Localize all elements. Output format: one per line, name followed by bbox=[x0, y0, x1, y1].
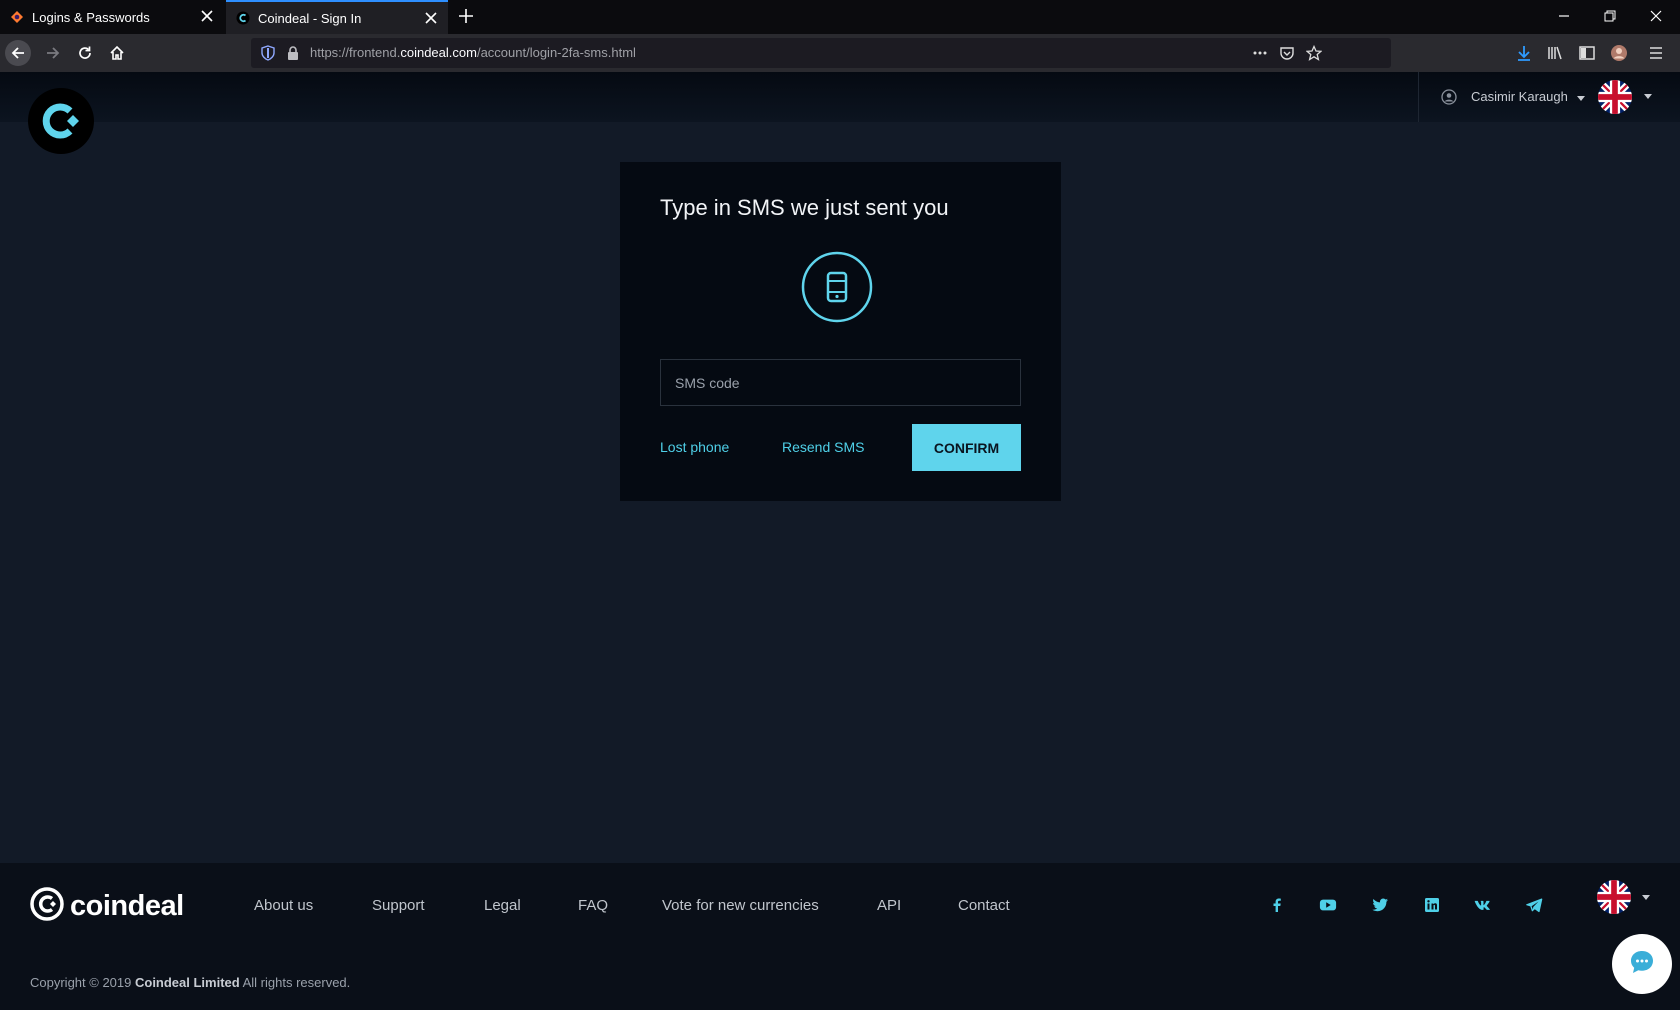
pocket-icon[interactable] bbox=[1279, 45, 1295, 61]
footer-link-legal[interactable]: Legal bbox=[484, 897, 521, 914]
tracking-shield-icon[interactable] bbox=[260, 45, 276, 61]
tab-coindeal-sign-in[interactable]: Coindeal - Sign In bbox=[226, 0, 448, 34]
footer-link-faq[interactable]: FAQ bbox=[578, 897, 608, 914]
browser-nav-bar: https://frontend.coindeal.com/account/lo… bbox=[0, 34, 1680, 72]
footer-link-about-us[interactable]: About us bbox=[254, 897, 313, 914]
footer-language-chevron-down-icon[interactable] bbox=[1642, 895, 1650, 900]
vk-icon[interactable] bbox=[1474, 896, 1492, 914]
sms-verification-card: Type in SMS we just sent you Lost phone … bbox=[620, 162, 1061, 501]
footer-link-contact[interactable]: Contact bbox=[958, 897, 1010, 914]
coindeal-logo-icon bbox=[30, 887, 64, 926]
url-bar[interactable]: https://frontend.coindeal.com/account/lo… bbox=[251, 38, 1391, 68]
browser-tab-bar: Logins & Passwords Coindeal - Sign In bbox=[0, 0, 1680, 34]
user-circle-icon bbox=[1441, 89, 1457, 105]
language-chevron-down-icon[interactable] bbox=[1644, 94, 1652, 99]
footer-link-api[interactable]: API bbox=[877, 897, 901, 914]
footer-logo[interactable]: coindeal bbox=[30, 887, 184, 926]
sms-code-input[interactable] bbox=[660, 359, 1021, 406]
copyright-prefix: Copyright © 2019 bbox=[30, 975, 132, 990]
more-actions-icon[interactable] bbox=[1252, 45, 1268, 61]
home-icon[interactable] bbox=[104, 40, 130, 66]
user-name: Casimir Karaugh bbox=[1471, 89, 1568, 104]
footer-link-support[interactable]: Support bbox=[372, 897, 425, 914]
account-avatar-icon[interactable] bbox=[1610, 44, 1628, 62]
copyright-company: Coindeal Limited bbox=[134, 975, 240, 990]
lost-phone-link[interactable]: Lost phone bbox=[660, 439, 729, 455]
library-icon[interactable] bbox=[1546, 44, 1564, 62]
url-host: coindeal.com bbox=[400, 45, 477, 60]
facebook-icon[interactable] bbox=[1268, 896, 1286, 914]
tab-label: Coindeal - Sign In bbox=[258, 10, 362, 26]
url-text[interactable]: https://frontend.coindeal.com/account/lo… bbox=[310, 45, 636, 60]
youtube-icon[interactable] bbox=[1319, 896, 1337, 914]
chat-bubble-icon bbox=[1628, 948, 1656, 981]
forward-arrow-icon[interactable] bbox=[40, 40, 66, 66]
coindeal-favicon-icon bbox=[236, 11, 250, 25]
twitter-icon[interactable] bbox=[1371, 896, 1389, 914]
back-arrow-icon[interactable] bbox=[5, 40, 31, 66]
resend-sms-link[interactable]: Resend SMS bbox=[782, 439, 864, 455]
card-title: Type in SMS we just sent you bbox=[660, 195, 949, 220]
tab-label: Logins & Passwords bbox=[32, 9, 150, 25]
chevron-down-icon bbox=[1577, 96, 1585, 101]
sidebar-icon[interactable] bbox=[1578, 44, 1596, 62]
url-path: /account/login-2fa-sms.html bbox=[476, 45, 636, 60]
lock-icon[interactable] bbox=[285, 45, 301, 61]
footer-brand-name: coindeal bbox=[70, 890, 184, 922]
reload-icon[interactable] bbox=[72, 40, 98, 66]
close-tab-icon[interactable] bbox=[424, 11, 438, 25]
chat-widget-button[interactable] bbox=[1612, 934, 1672, 994]
url-prefix: https://frontend. bbox=[310, 45, 401, 60]
footer-link-vote-currencies[interactable]: Vote for new currencies bbox=[662, 897, 819, 914]
user-menu[interactable]: Casimir Karaugh bbox=[1418, 72, 1680, 122]
minimize-icon[interactable] bbox=[1556, 8, 1572, 24]
copyright-suffix: All rights reserved. bbox=[242, 975, 351, 990]
close-window-icon[interactable] bbox=[1648, 8, 1664, 24]
bookmark-star-icon[interactable] bbox=[1305, 44, 1323, 61]
download-icon[interactable] bbox=[1515, 44, 1533, 62]
tab-logins-passwords[interactable]: Logins & Passwords bbox=[0, 0, 224, 34]
new-tab-icon[interactable] bbox=[456, 6, 476, 26]
telegram-icon[interactable] bbox=[1525, 896, 1543, 914]
linkedin-icon[interactable] bbox=[1423, 896, 1441, 914]
site-footer: coindeal About us Support Legal FAQ Vote… bbox=[0, 863, 1680, 1010]
restore-icon[interactable] bbox=[1602, 8, 1618, 24]
close-tab-icon[interactable] bbox=[200, 9, 214, 23]
confirm-button[interactable]: CONFIRM bbox=[912, 424, 1021, 471]
lockwise-icon bbox=[10, 10, 24, 24]
footer-uk-flag-icon[interactable] bbox=[1597, 880, 1631, 914]
coindeal-logo-icon[interactable] bbox=[28, 88, 94, 154]
phone-icon bbox=[801, 251, 873, 323]
uk-flag-icon[interactable] bbox=[1598, 80, 1632, 114]
menu-hamburger-icon[interactable] bbox=[1647, 44, 1665, 62]
copyright-text: Copyright © 2019 Coindeal Limited All ri… bbox=[30, 975, 350, 990]
